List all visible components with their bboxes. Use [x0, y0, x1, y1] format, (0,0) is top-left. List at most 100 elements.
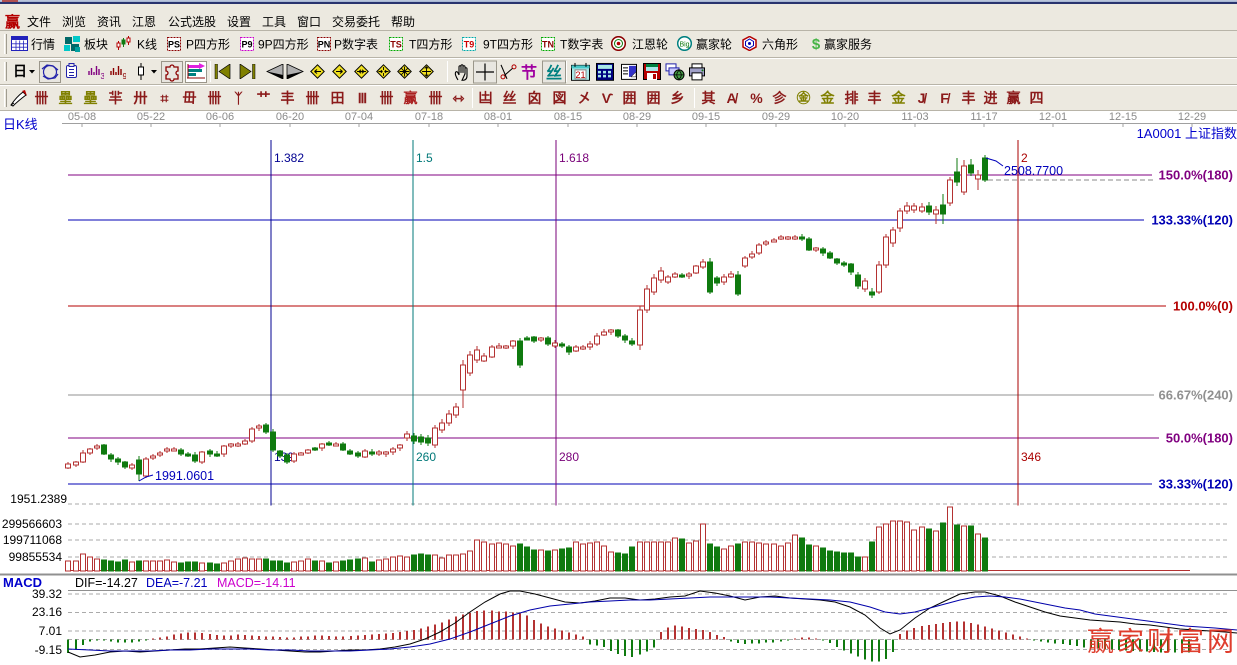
svg-text:㐅: 㐅 — [578, 90, 592, 106]
svg-text:㊎: ㊎ — [797, 90, 811, 106]
svg-text:日: 日 — [13, 63, 27, 79]
svg-text:㐱: 㐱 — [772, 90, 788, 106]
svg-text:囟: 囟 — [528, 90, 542, 106]
svg-text:⽥: ⽥ — [331, 90, 345, 106]
svg-text:23.16: 23.16 — [32, 605, 62, 619]
svg-text:1.618: 1.618 — [559, 151, 589, 165]
svg-text:DIF=-14.27: DIF=-14.27 — [75, 576, 138, 590]
svg-text:壘: 壘 — [59, 90, 73, 106]
svg-text:66.67%(240): 66.67%(240) — [1159, 388, 1233, 403]
svg-text:07-18: 07-18 — [415, 111, 443, 123]
svg-text:11-17: 11-17 — [970, 111, 997, 123]
svg-text:-9.15: -9.15 — [35, 643, 63, 657]
svg-text:260: 260 — [416, 450, 436, 464]
svg-text:39.32: 39.32 — [32, 587, 62, 601]
svg-text:PS: PS — [168, 39, 180, 49]
svg-text:150.0%(180): 150.0%(180) — [1159, 168, 1233, 183]
svg-text:7.01: 7.01 — [39, 624, 63, 638]
svg-text:1991.0601: 1991.0601 — [155, 469, 214, 483]
svg-text:1A0001 上证指数: 1A0001 上证指数 — [1137, 126, 1237, 141]
svg-text:9: 9 — [123, 72, 127, 80]
svg-text:丰: 丰 — [962, 90, 976, 106]
svg-text:Ⅲ: Ⅲ — [358, 90, 368, 106]
svg-text:Ѵ: Ѵ — [602, 90, 614, 106]
svg-text:排: 排 — [845, 90, 859, 106]
svg-text:33.33%(120): 33.33%(120) — [1159, 477, 1233, 492]
svg-text:11-03: 11-03 — [901, 111, 928, 123]
svg-text:P9: P9 — [241, 39, 252, 49]
svg-text:艹: 艹 — [257, 90, 271, 106]
svg-text:⌗: ⌗ — [160, 90, 169, 106]
svg-text:乡: 乡 — [671, 90, 685, 106]
svg-text:卌: 卌 — [208, 90, 222, 106]
svg-text:09-29: 09-29 — [762, 111, 790, 123]
svg-text:1.382: 1.382 — [274, 151, 304, 165]
svg-text:08-01: 08-01 — [484, 111, 512, 123]
svg-text:羋: 羋 — [109, 90, 123, 106]
svg-text:TS: TS — [390, 39, 402, 49]
svg-text:1.5: 1.5 — [416, 151, 433, 165]
svg-text:J̸: J̸ — [918, 90, 928, 106]
svg-text:08-15: 08-15 — [554, 111, 582, 123]
svg-text:金: 金 — [820, 90, 836, 106]
svg-text:05-08: 05-08 — [68, 111, 96, 123]
svg-text:99855534: 99855534 — [9, 550, 63, 564]
svg-text:⇿: ⇿ — [452, 90, 465, 106]
svg-text:2: 2 — [1021, 151, 1028, 165]
svg-text:280: 280 — [559, 450, 579, 464]
svg-text:其: 其 — [702, 90, 716, 106]
svg-text:丰: 丰 — [281, 90, 295, 106]
svg-text:囲: 囲 — [623, 90, 637, 106]
svg-text:卌: 卌 — [380, 90, 394, 106]
svg-text:卅: 卅 — [133, 90, 148, 106]
svg-text:12-01: 12-01 — [1039, 111, 1067, 123]
svg-text:100.0%(0): 100.0%(0) — [1173, 299, 1233, 314]
svg-text:DEA=-7.21: DEA=-7.21 — [146, 576, 208, 590]
svg-text:Big: Big — [679, 42, 689, 49]
svg-text:赢: 赢 — [1007, 90, 1021, 106]
svg-text:06-20: 06-20 — [276, 111, 304, 123]
svg-text:丰: 丰 — [868, 90, 882, 106]
svg-text:12-15: 12-15 — [1109, 111, 1137, 123]
svg-text:卌: 卌 — [429, 90, 443, 106]
svg-text:丝: 丝 — [546, 63, 562, 82]
svg-text:壘: 壘 — [84, 90, 98, 106]
svg-text:节: 节 — [521, 62, 537, 80]
svg-text:囲: 囲 — [647, 90, 661, 106]
svg-text:毌: 毌 — [183, 90, 197, 106]
svg-text:1951.2389: 1951.2389 — [10, 492, 67, 506]
svg-text:図: 図 — [553, 90, 567, 106]
svg-text:赢: 赢 — [404, 90, 418, 106]
svg-text:进: 进 — [984, 90, 998, 106]
svg-text:A̸: A̸ — [726, 90, 738, 106]
svg-text:日K线: 日K线 — [3, 117, 38, 132]
svg-text:MACD=-14.11: MACD=-14.11 — [217, 576, 296, 590]
svg-text:TN: TN — [542, 39, 554, 49]
svg-text:丝: 丝 — [503, 90, 517, 106]
svg-text:$: $ — [812, 36, 821, 51]
svg-text:ᛉ: ᛉ — [234, 90, 243, 106]
svg-text:08-29: 08-29 — [623, 111, 651, 123]
svg-text:133.33%(120): 133.33%(120) — [1151, 213, 1233, 228]
svg-text:21: 21 — [575, 69, 585, 79]
svg-text:金: 金 — [891, 90, 907, 106]
svg-text:T9: T9 — [464, 39, 475, 49]
svg-text:06-06: 06-06 — [206, 111, 234, 123]
svg-text:PN: PN — [318, 39, 331, 49]
svg-text:05-22: 05-22 — [137, 111, 165, 123]
svg-text:299566603: 299566603 — [2, 517, 62, 531]
svg-text:卌: 卌 — [35, 90, 49, 106]
svg-text:50.0%(180): 50.0%(180) — [1166, 431, 1233, 446]
svg-text:199711068: 199711068 — [3, 533, 63, 547]
svg-text:12-29: 12-29 — [1178, 111, 1206, 123]
svg-text:赢家财富网: 赢家财富网 — [1087, 627, 1237, 657]
svg-text:346: 346 — [1021, 450, 1041, 464]
svg-text:凷: 凷 — [479, 90, 493, 106]
svg-text:2508.7700: 2508.7700 — [1004, 164, 1063, 178]
svg-text:%: % — [750, 90, 763, 106]
svg-text:四: 四 — [1030, 90, 1044, 106]
svg-text:卌: 卌 — [306, 90, 320, 106]
svg-text:10-20: 10-20 — [831, 111, 859, 123]
svg-text:07-04: 07-04 — [345, 111, 373, 123]
svg-text:3: 3 — [101, 72, 105, 80]
